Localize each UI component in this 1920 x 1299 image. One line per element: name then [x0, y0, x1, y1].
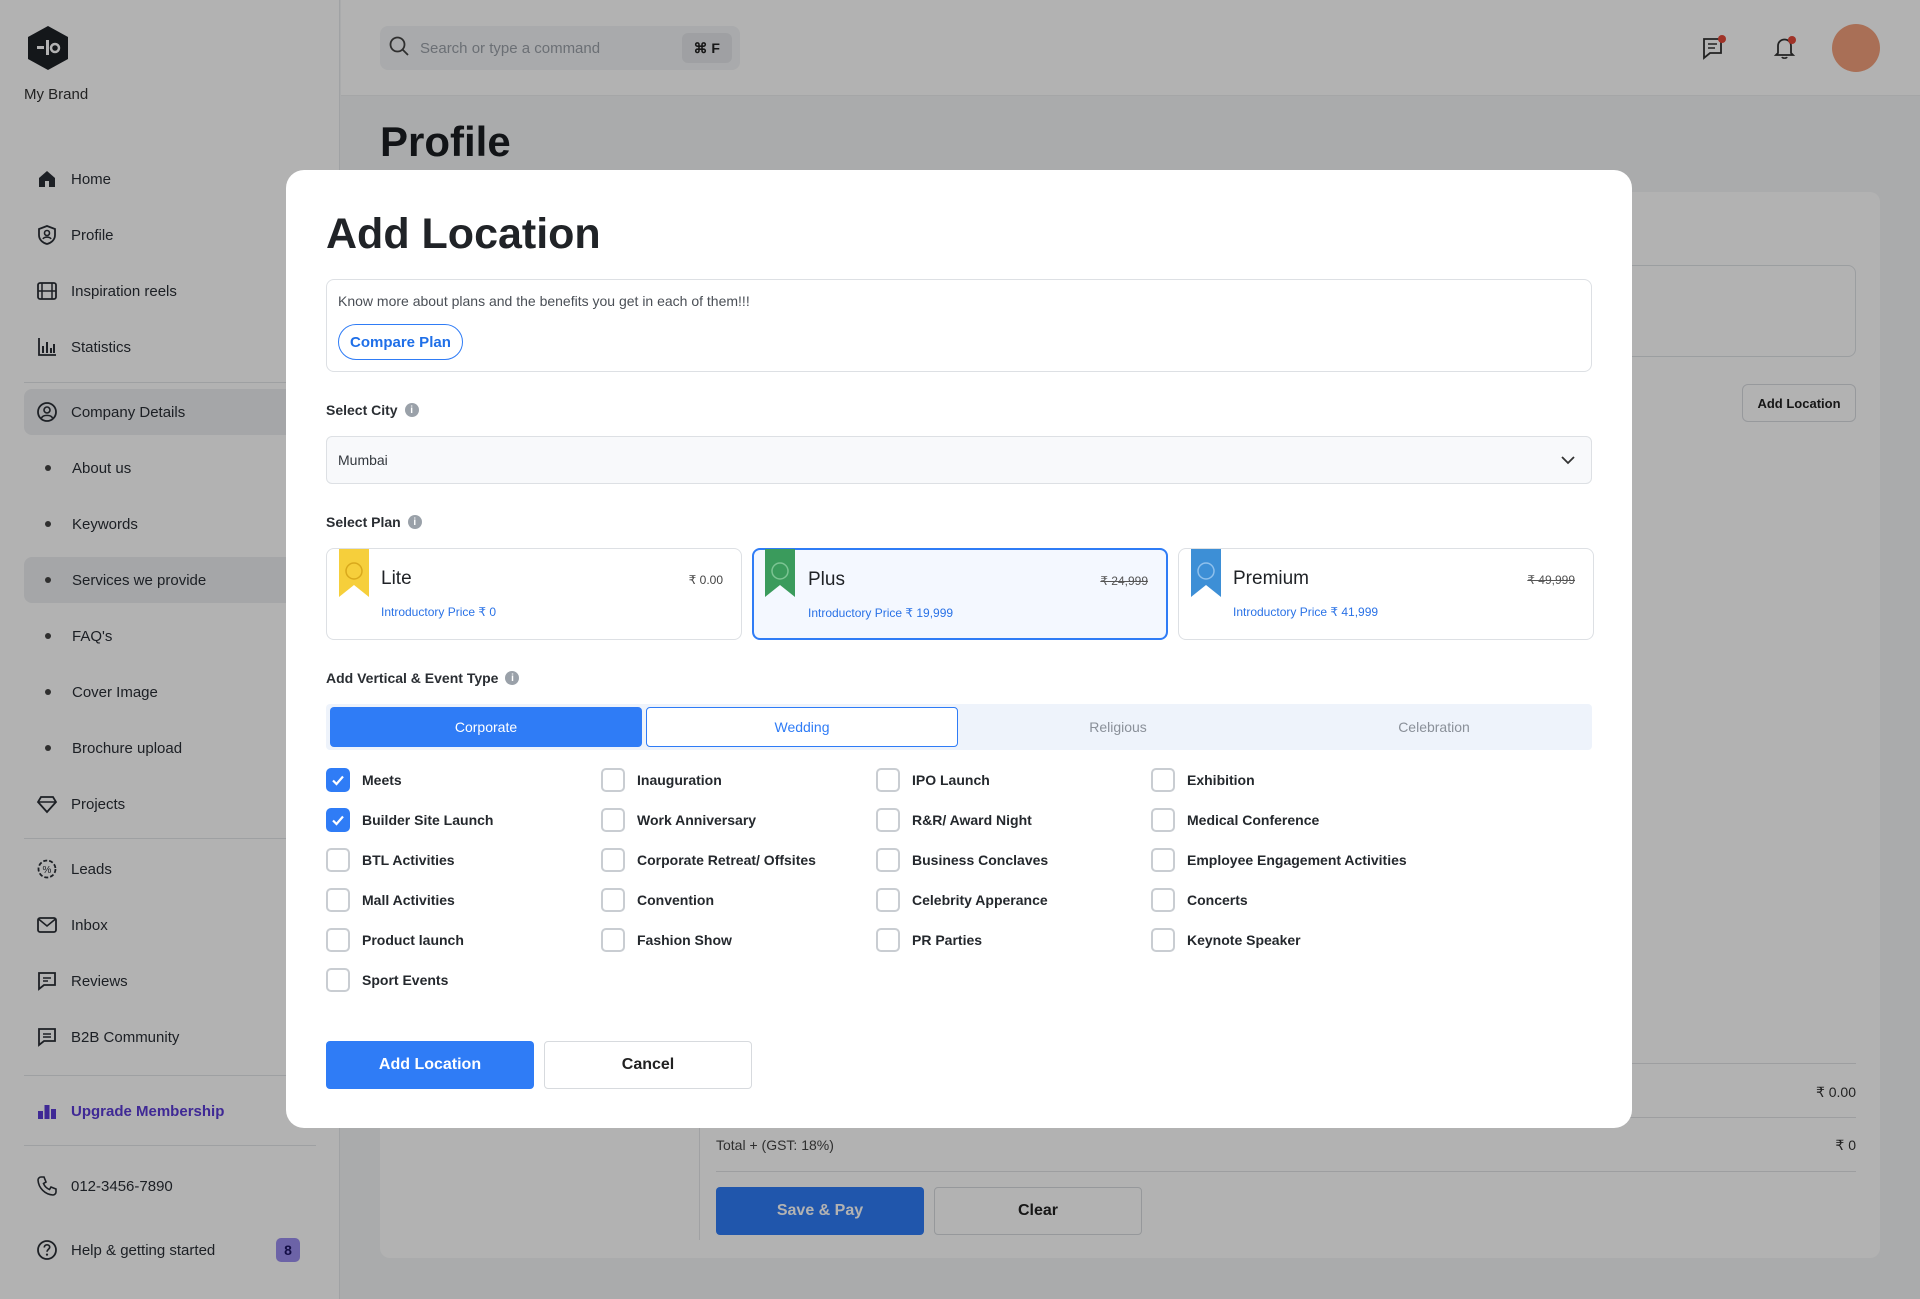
plan-intro-price: Introductory Price ₹ 0	[381, 605, 497, 619]
select-plan-label: Select Plan i	[326, 514, 422, 530]
checkbox-icon[interactable]	[326, 928, 350, 952]
event-checkbox[interactable]: Meets	[326, 768, 402, 792]
checkbox-icon[interactable]	[1151, 808, 1175, 832]
tab-celebration[interactable]: Celebration	[1278, 707, 1590, 747]
event-label: Meets	[362, 772, 402, 788]
event-label: BTL Activities	[362, 852, 455, 868]
event-label: Exhibition	[1187, 772, 1255, 788]
event-label: Corporate Retreat/ Offsites	[637, 852, 816, 868]
event-label: Business Conclaves	[912, 852, 1049, 868]
event-label: Concerts	[1187, 892, 1248, 908]
plan-price: ₹ 49,999	[1527, 573, 1575, 587]
event-checkbox[interactable]: Builder Site Launch	[326, 808, 493, 832]
tab-wedding[interactable]: Wedding	[646, 707, 958, 747]
event-checkbox[interactable]: Convention	[601, 888, 714, 912]
ribbon-icon	[1191, 549, 1221, 597]
add-location-modal: Add Location Know more about plans and t…	[286, 170, 1632, 1128]
event-checkbox[interactable]: Medical Conference	[1151, 808, 1319, 832]
city-select-value: Mumbai	[338, 452, 388, 468]
plan-card-plus[interactable]: Plus ₹ 24,999 Introductory Price ₹ 19,99…	[752, 548, 1168, 640]
checkbox-checked-icon[interactable]	[326, 808, 350, 832]
checkbox-icon[interactable]	[1151, 928, 1175, 952]
checkbox-icon[interactable]	[876, 808, 900, 832]
info-icon[interactable]: i	[407, 515, 422, 529]
chevron-down-icon	[1559, 451, 1577, 472]
event-checkbox[interactable]: Product launch	[326, 928, 464, 952]
plan-name: Premium	[1233, 568, 1310, 589]
vertical-tabs: Corporate Wedding Religious Celebration	[326, 704, 1592, 750]
event-checkbox[interactable]: Work Anniversary	[601, 808, 756, 832]
event-checkbox[interactable]: Employee Engagement Activities	[1151, 848, 1407, 872]
plan-price: ₹ 0.00	[688, 573, 723, 587]
vertical-event-label: Add Vertical & Event Type i	[326, 670, 520, 686]
event-label: Product launch	[362, 932, 464, 948]
event-label: R&R/ Award Night	[912, 812, 1032, 828]
checkbox-icon[interactable]	[601, 888, 625, 912]
event-label: Convention	[637, 892, 714, 908]
checkbox-icon[interactable]	[601, 848, 625, 872]
plan-info-text: Know more about plans and the benefits y…	[338, 293, 750, 309]
checkbox-icon[interactable]	[876, 768, 900, 792]
event-checkbox[interactable]: Keynote Speaker	[1151, 928, 1301, 952]
checkbox-icon[interactable]	[1151, 888, 1175, 912]
tab-corporate[interactable]: Corporate	[330, 707, 642, 747]
city-select[interactable]: Mumbai	[326, 436, 1592, 484]
checkbox-checked-icon[interactable]	[326, 768, 350, 792]
event-label: Employee Engagement Activities	[1187, 852, 1407, 868]
event-checkbox[interactable]: Mall Activities	[326, 888, 455, 912]
event-checkbox[interactable]: PR Parties	[876, 928, 982, 952]
checkbox-icon[interactable]	[876, 928, 900, 952]
checkbox-icon[interactable]	[601, 808, 625, 832]
plan-card-lite[interactable]: Lite ₹ 0.00 Introductory Price ₹ 0	[326, 548, 742, 640]
ribbon-icon	[765, 549, 795, 597]
event-checkbox[interactable]: IPO Launch	[876, 768, 990, 792]
event-checkbox[interactable]: Inauguration	[601, 768, 722, 792]
event-checkbox[interactable]: R&R/ Award Night	[876, 808, 1032, 832]
event-label: Keynote Speaker	[1187, 932, 1301, 948]
tab-religious[interactable]: Religious	[962, 707, 1274, 747]
plan-card-premium[interactable]: Premium ₹ 49,999 Introductory Price ₹ 41…	[1178, 548, 1594, 640]
cancel-button[interactable]: Cancel	[544, 1041, 752, 1089]
event-label: IPO Launch	[912, 772, 990, 788]
plan-intro-price: Introductory Price ₹ 41,999	[1233, 605, 1379, 619]
event-label: PR Parties	[912, 932, 983, 948]
info-icon[interactable]: i	[505, 671, 520, 685]
checkbox-icon[interactable]	[876, 848, 900, 872]
plan-intro-price: Introductory Price ₹ 19,999	[808, 606, 954, 620]
event-checkbox[interactable]: Fashion Show	[601, 928, 732, 952]
event-label: Celebrity Apperance	[912, 892, 1048, 908]
checkbox-icon[interactable]	[1151, 848, 1175, 872]
plan-name: Lite	[381, 568, 412, 589]
plan-name: Plus	[808, 569, 845, 590]
event-checkbox[interactable]: Corporate Retreat/ Offsites	[601, 848, 816, 872]
info-icon[interactable]: i	[404, 403, 419, 417]
add-location-submit-button[interactable]: Add Location	[326, 1041, 534, 1089]
select-city-label: Select City i	[326, 402, 419, 418]
event-checkbox[interactable]: Exhibition	[1151, 768, 1255, 792]
event-label: Fashion Show	[637, 932, 732, 948]
checkbox-icon[interactable]	[601, 928, 625, 952]
event-checkbox[interactable]: Concerts	[1151, 888, 1248, 912]
event-checkbox[interactable]: Sport Events	[326, 968, 448, 992]
event-label: Medical Conference	[1187, 812, 1320, 828]
compare-plan-button[interactable]: Compare Plan	[338, 324, 463, 360]
checkbox-icon[interactable]	[1151, 768, 1175, 792]
ribbon-icon	[339, 549, 369, 597]
checkbox-icon[interactable]	[876, 888, 900, 912]
event-label: Inauguration	[637, 772, 722, 788]
event-checkbox[interactable]: Business Conclaves	[876, 848, 1048, 872]
checkbox-icon[interactable]	[326, 968, 350, 992]
plan-info-box: Know more about plans and the benefits y…	[326, 279, 1592, 372]
modal-title: Add Location	[326, 210, 601, 258]
event-label: Builder Site Launch	[362, 812, 494, 828]
event-label: Mall Activities	[362, 892, 455, 908]
plan-price: ₹ 24,999	[1100, 574, 1148, 588]
event-checkbox[interactable]: Celebrity Apperance	[876, 888, 1048, 912]
checkbox-icon[interactable]	[326, 888, 350, 912]
event-label: Sport Events	[362, 972, 449, 988]
event-label: Work Anniversary	[637, 812, 757, 828]
checkbox-icon[interactable]	[601, 768, 625, 792]
checkbox-icon[interactable]	[326, 848, 350, 872]
event-checkbox[interactable]: BTL Activities	[326, 848, 455, 872]
